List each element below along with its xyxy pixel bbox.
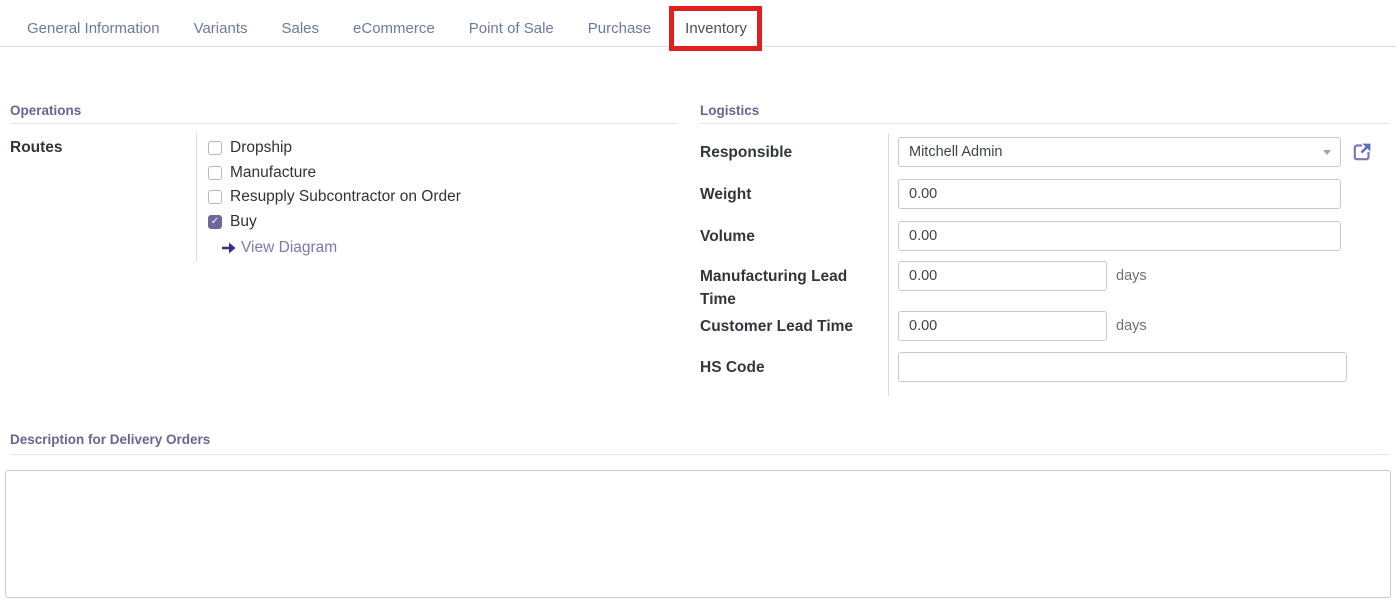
tab-ecommerce[interactable]: eCommerce <box>336 20 452 46</box>
weight-input[interactable] <box>898 179 1341 209</box>
hs-code-input[interactable] <box>898 352 1347 382</box>
logistics-group: Logistics Responsible Weight <box>700 103 1390 394</box>
responsible-label: Responsible <box>700 137 898 167</box>
checkbox-resupply-subcontractor[interactable]: ✓ <box>208 190 222 204</box>
tab-point-of-sale[interactable]: Point of Sale <box>452 20 571 46</box>
hs-code-label: HS Code <box>700 352 898 382</box>
checkbox-dropship[interactable]: ✓ <box>208 141 222 155</box>
route-label: Buy <box>230 213 257 231</box>
tab-inventory[interactable]: Inventory <box>668 20 764 46</box>
route-label: Dropship <box>230 139 292 157</box>
delivery-description-textarea[interactable] <box>5 470 1391 598</box>
checkbox-buy[interactable]: ✓ <box>208 215 222 229</box>
route-option-resupply-subcontractor[interactable]: ✓ Resupply Subcontractor on Order <box>208 185 677 210</box>
responsible-combo <box>898 137 1341 167</box>
route-option-buy[interactable]: ✓ Buy <box>208 210 677 235</box>
logistics-title: Logistics <box>700 103 1390 124</box>
route-label: Manufacture <box>230 164 316 182</box>
description-for-delivery-orders-title: Description for Delivery Orders <box>10 432 1390 455</box>
customer-lead-time-unit: days <box>1116 311 1147 341</box>
view-diagram-link[interactable]: View Diagram <box>208 236 677 260</box>
routes-list: ✓ Dropship ✓ Manufacture ✓ Resupply Subc… <box>196 133 677 262</box>
route-label: Resupply Subcontractor on Order <box>230 188 461 206</box>
tab-purchase[interactable]: Purchase <box>571 20 668 46</box>
manufacturing-lead-time-input[interactable] <box>898 261 1107 291</box>
manufacturing-lead-time-unit: days <box>1116 261 1147 291</box>
external-link-icon[interactable] <box>1351 141 1373 163</box>
tab-inventory-label: Inventory <box>685 20 747 37</box>
operations-group: Operations Routes ✓ Dropship ✓ Manufactu… <box>10 103 677 262</box>
operations-title: Operations <box>10 103 677 124</box>
route-option-dropship[interactable]: ✓ Dropship <box>208 136 677 161</box>
tab-variants[interactable]: Variants <box>177 20 265 46</box>
routes-label: Routes <box>10 133 196 262</box>
arrow-right-icon <box>221 242 236 254</box>
field-separator-line <box>888 133 889 396</box>
tab-sales[interactable]: Sales <box>265 20 337 46</box>
volume-label: Volume <box>700 221 898 251</box>
checkbox-manufacture[interactable]: ✓ <box>208 166 222 180</box>
customer-lead-time-label: Customer Lead Time <box>700 311 898 341</box>
notebook-tabbar: General Information Variants Sales eComm… <box>0 0 1396 47</box>
manufacturing-lead-time-label: Manufacturing Lead Time <box>700 261 898 311</box>
customer-lead-time-input[interactable] <box>898 311 1107 341</box>
tab-general-information[interactable]: General Information <box>10 20 177 46</box>
responsible-input[interactable] <box>898 137 1341 167</box>
view-diagram-label: View Diagram <box>241 239 337 257</box>
route-option-manufacture[interactable]: ✓ Manufacture <box>208 161 677 186</box>
volume-input[interactable] <box>898 221 1341 251</box>
weight-label: Weight <box>700 179 898 209</box>
